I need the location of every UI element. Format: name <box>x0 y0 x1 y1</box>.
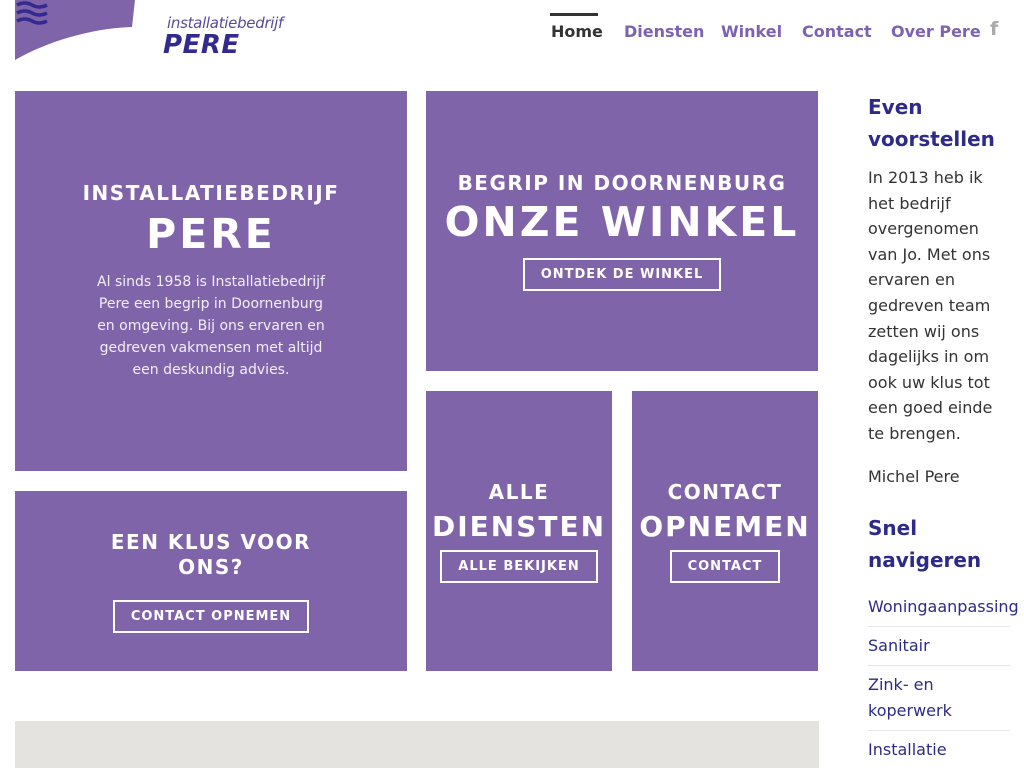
contact-button[interactable]: CONTACT <box>669 549 781 583</box>
nav-item-home[interactable]: Home <box>551 22 603 41</box>
services-kicker: ALLE <box>488 479 550 504</box>
shop-title: ONZE WINKEL <box>444 198 800 247</box>
quick-nav-woningaanpassing[interactable]: Woningaanpassing <box>868 594 1019 627</box>
quick-nav-heading: Snel navigeren <box>868 515 982 572</box>
contact-tile: CONTACT OPNEMEN CONTACT <box>632 391 818 671</box>
services-tile: ALLE DIENSTEN ALLE BEKIJKEN <box>426 391 612 671</box>
quick-nav-list: Woningaanpassing Sanitair Zink- en koper… <box>868 594 1019 768</box>
nav-item-over-pere[interactable]: Over Pere <box>891 22 981 41</box>
logo-name: PERE <box>163 30 240 60</box>
quick-nav-zink-koperwerk[interactable]: Zink- en koperwerk <box>868 666 1010 731</box>
services-title: DIENSTEN <box>431 509 607 543</box>
intro-kicker: INSTALLATIEBEDRIJF <box>82 180 340 205</box>
nav-active-indicator <box>550 13 598 16</box>
intro-heading: Even voorstellen <box>868 95 995 151</box>
contact-opnemen-button[interactable]: CONTACT OPNEMEN <box>112 599 310 633</box>
intro-title: PERE <box>146 209 276 258</box>
nav-item-contact[interactable]: Contact <box>802 22 872 41</box>
logo[interactable]: installatiebedrijf PERE <box>15 0 283 62</box>
intro-tile: INSTALLATIEBEDRIJF PERE Al sinds 1958 is… <box>15 91 407 471</box>
nav-item-winkel[interactable]: Winkel <box>721 22 782 41</box>
shop-kicker: BEGRIP IN DOORNENBURG <box>457 171 787 196</box>
shop-tile: BEGRIP IN DOORNENBURG ONZE WINKEL ONTDEK… <box>426 91 818 371</box>
intro-description: Al sinds 1958 is Installatiebedrijf Pere… <box>97 274 325 379</box>
quick-nav-installatie[interactable]: Installatie <box>868 731 1010 768</box>
map[interactable] <box>15 721 819 768</box>
intro-text: In 2013 heb ik het bedrijf overgenomen v… <box>868 168 993 443</box>
job-title: EEN KLUS VOOR ONS? <box>110 529 312 579</box>
discover-shop-button[interactable]: ONTDEK DE WINKEL <box>522 257 722 291</box>
signature: Michel Pere <box>868 466 960 486</box>
contact-kicker: CONTACT <box>667 479 783 504</box>
sidebar: Even voorstellen In 2013 heb ik het bedr… <box>868 91 1019 768</box>
job-tile: EEN KLUS VOOR ONS? CONTACT OPNEMEN <box>15 491 407 671</box>
nav-item-diensten[interactable]: Diensten <box>624 22 704 41</box>
view-all-services-button[interactable]: ALLE BEKIJKEN <box>440 549 598 583</box>
quick-nav-sanitair[interactable]: Sanitair <box>868 627 1010 666</box>
facebook-icon[interactable]: f <box>990 18 998 40</box>
contact-title: OPNEMEN <box>639 509 811 543</box>
waves-icon <box>16 1 48 25</box>
